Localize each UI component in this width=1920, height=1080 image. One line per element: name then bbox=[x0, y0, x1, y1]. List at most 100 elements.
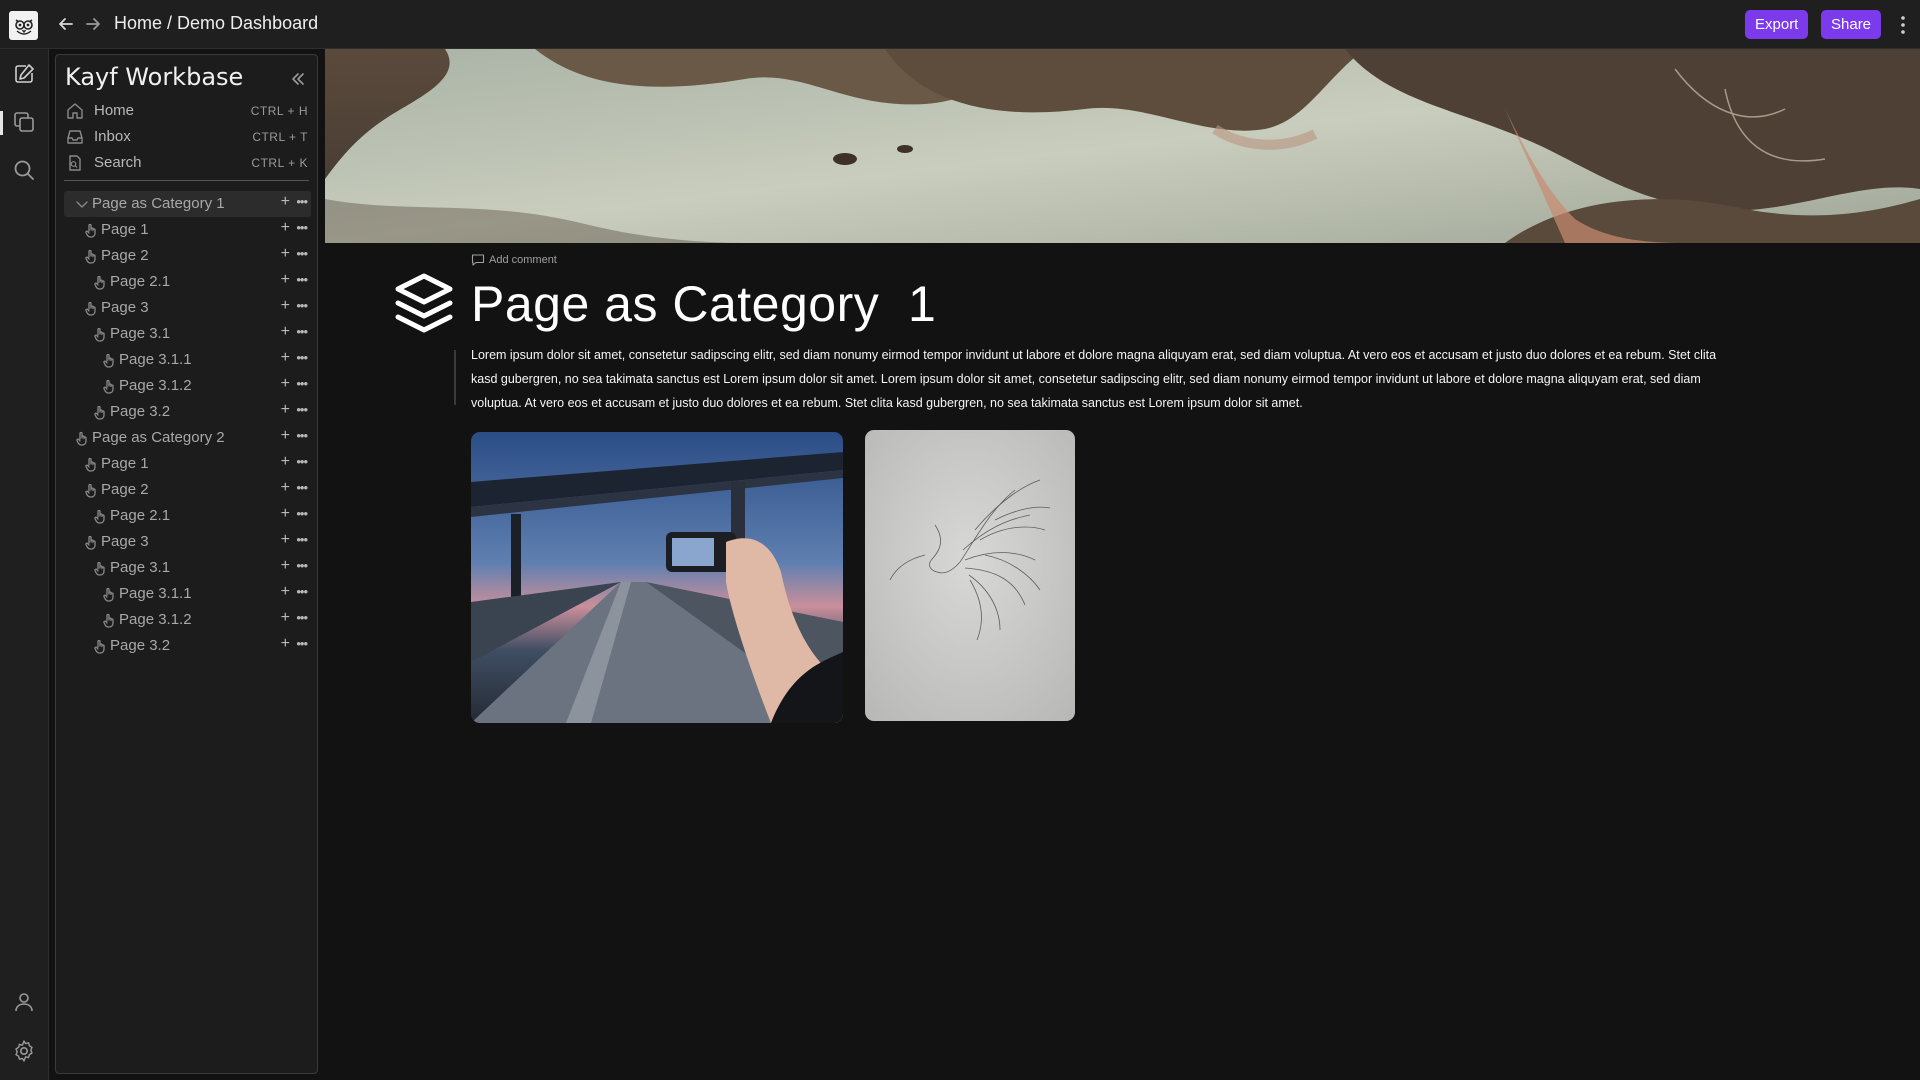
more-horizontal-icon[interactable]: ••• bbox=[296, 324, 308, 339]
add-subpage-icon[interactable]: + bbox=[281, 635, 290, 653]
more-horizontal-icon[interactable]: ••• bbox=[296, 610, 308, 625]
add-subpage-icon[interactable]: + bbox=[281, 531, 290, 549]
add-subpage-icon[interactable]: + bbox=[281, 271, 290, 289]
hand-pointer-icon bbox=[103, 613, 114, 628]
page-tree-item[interactable]: Page as Category 1 + ••• bbox=[64, 191, 311, 217]
page-tree-label: Page 3.1.2 bbox=[119, 377, 192, 394]
page-tree: Page as Category 1 + ••• Page 1 + ••• Page 2 + •… bbox=[64, 191, 311, 659]
page-tree-item[interactable]: Page 2 + ••• bbox=[64, 477, 311, 503]
page-tree-label: Page 3.2 bbox=[110, 637, 171, 654]
add-comment-button[interactable]: Add comment bbox=[471, 253, 557, 267]
page-tree-item[interactable]: Page 1 + ••• bbox=[64, 217, 311, 243]
sidebar-item-search[interactable]: Search CTRL + K bbox=[66, 151, 311, 175]
page-tree-label: Page 3.1.1 bbox=[119, 585, 192, 602]
user-icon[interactable] bbox=[12, 990, 36, 1014]
layers-icon bbox=[395, 273, 453, 333]
page-tree-item[interactable]: Page 3.1 + ••• bbox=[64, 321, 311, 347]
page-tree-item[interactable]: Page 3.1 + ••• bbox=[64, 555, 311, 581]
sidebar: Kayf Workbase Home CTRL + H Inbox CTRL +… bbox=[55, 54, 318, 1074]
more-horizontal-icon[interactable]: ••• bbox=[296, 532, 308, 547]
page-tree-item[interactable]: Page 3.1.1 + ••• bbox=[64, 581, 311, 607]
page-tree-item[interactable]: Page 2.1 + ••• bbox=[64, 503, 311, 529]
page-tree-label: Page 1 bbox=[101, 455, 149, 472]
page-tree-item[interactable]: Page 2.1 + ••• bbox=[64, 269, 311, 295]
page-tree-item[interactable]: Page 3.2 + ••• bbox=[64, 633, 311, 659]
add-subpage-icon[interactable]: + bbox=[281, 609, 290, 627]
app-logo[interactable] bbox=[9, 11, 38, 40]
more-horizontal-icon[interactable]: ••• bbox=[296, 506, 308, 521]
sidebar-item-inbox[interactable]: Inbox CTRL + T bbox=[66, 125, 311, 149]
page-tree-label: Page 2.1 bbox=[110, 273, 171, 290]
add-subpage-icon[interactable]: + bbox=[281, 349, 290, 367]
comment-icon bbox=[471, 254, 485, 266]
bridge-photo bbox=[471, 432, 843, 723]
more-horizontal-icon[interactable]: ••• bbox=[296, 428, 308, 443]
more-horizontal-icon[interactable]: ••• bbox=[296, 272, 308, 287]
more-horizontal-icon[interactable]: ••• bbox=[296, 454, 308, 469]
more-horizontal-icon[interactable]: ••• bbox=[296, 558, 308, 573]
copy-icon[interactable] bbox=[12, 110, 36, 134]
more-horizontal-icon[interactable]: ••• bbox=[296, 480, 308, 495]
page-tree-item[interactable]: Page as Category 2 + ••• bbox=[64, 425, 311, 451]
more-horizontal-icon[interactable]: ••• bbox=[296, 220, 308, 235]
add-subpage-icon[interactable]: + bbox=[281, 193, 290, 211]
add-subpage-icon[interactable]: + bbox=[281, 245, 290, 263]
sidebar-item-home[interactable]: Home CTRL + H bbox=[66, 99, 311, 123]
sidebar-item-label: Search bbox=[94, 154, 142, 171]
rail-active-indicator bbox=[0, 111, 3, 135]
add-subpage-icon[interactable]: + bbox=[281, 219, 290, 237]
page-tree-item[interactable]: Page 3.1.1 + ••• bbox=[64, 347, 311, 373]
more-horizontal-icon[interactable]: ••• bbox=[296, 636, 308, 651]
home-icon bbox=[67, 103, 83, 119]
page-tree-item[interactable]: Page 3 + ••• bbox=[64, 529, 311, 555]
sidebar-item-label: Inbox bbox=[94, 128, 131, 145]
add-subpage-icon[interactable]: + bbox=[281, 505, 290, 523]
workspace-title: Kayf Workbase bbox=[65, 63, 244, 91]
back-arrow-icon[interactable] bbox=[56, 14, 76, 34]
page-tree-item[interactable]: Page 3 + ••• bbox=[64, 295, 311, 321]
page-tree-label: Page 3 bbox=[101, 299, 149, 316]
breadcrumb-home[interactable]: Home bbox=[114, 13, 162, 33]
add-subpage-icon[interactable]: + bbox=[281, 557, 290, 575]
more-vertical-icon[interactable] bbox=[1900, 14, 1906, 36]
add-subpage-icon[interactable]: + bbox=[281, 323, 290, 341]
add-subpage-icon[interactable]: + bbox=[281, 297, 290, 315]
sketch-drawing-image[interactable] bbox=[865, 430, 1075, 721]
page-tree-item[interactable]: Page 3.1.2 + ••• bbox=[64, 607, 311, 633]
photo-bridge-image[interactable] bbox=[471, 432, 843, 723]
hand-pointer-icon bbox=[94, 639, 105, 654]
add-subpage-icon[interactable]: + bbox=[281, 583, 290, 601]
pencil-sketch bbox=[865, 430, 1075, 721]
breadcrumb-separator: / bbox=[162, 13, 178, 33]
page-tree-item[interactable]: Page 2 + ••• bbox=[64, 243, 311, 269]
edit-icon[interactable] bbox=[12, 62, 36, 86]
add-subpage-icon[interactable]: + bbox=[281, 401, 290, 419]
export-button[interactable]: Export bbox=[1745, 10, 1809, 39]
share-button[interactable]: Share bbox=[1821, 10, 1882, 39]
page-tree-item[interactable]: Page 1 + ••• bbox=[64, 451, 311, 477]
settings-icon[interactable] bbox=[12, 1039, 36, 1063]
add-comment-label: Add comment bbox=[489, 254, 557, 266]
add-subpage-icon[interactable]: + bbox=[281, 479, 290, 497]
breadcrumb-current[interactable]: Demo Dashboard bbox=[177, 13, 318, 33]
more-horizontal-icon[interactable]: ••• bbox=[296, 402, 308, 417]
add-subpage-icon[interactable]: + bbox=[281, 375, 290, 393]
forward-arrow-icon[interactable] bbox=[83, 14, 103, 34]
search-icon[interactable] bbox=[12, 158, 36, 182]
more-horizontal-icon[interactable]: ••• bbox=[296, 376, 308, 391]
more-horizontal-icon[interactable]: ••• bbox=[296, 298, 308, 313]
add-subpage-icon[interactable]: + bbox=[281, 453, 290, 471]
more-horizontal-icon[interactable]: ••• bbox=[296, 194, 308, 209]
cover-image bbox=[325, 49, 1920, 243]
page-title[interactable]: Page as Category 1 bbox=[471, 275, 936, 333]
page-tree-item[interactable]: Page 3.2 + ••• bbox=[64, 399, 311, 425]
page-tree-item[interactable]: Page 3.1.2 + ••• bbox=[64, 373, 311, 399]
more-horizontal-icon[interactable]: ••• bbox=[296, 246, 308, 261]
collapse-sidebar-icon[interactable] bbox=[289, 70, 307, 88]
page-tree-label: Page as Category 1 bbox=[92, 195, 225, 212]
more-horizontal-icon[interactable]: ••• bbox=[296, 350, 308, 365]
hand-pointer-icon bbox=[85, 483, 96, 498]
page-body-text[interactable]: Lorem ipsum dolor sit amet, consetetur s… bbox=[471, 343, 1741, 415]
add-subpage-icon[interactable]: + bbox=[281, 427, 290, 445]
more-horizontal-icon[interactable]: ••• bbox=[296, 584, 308, 599]
